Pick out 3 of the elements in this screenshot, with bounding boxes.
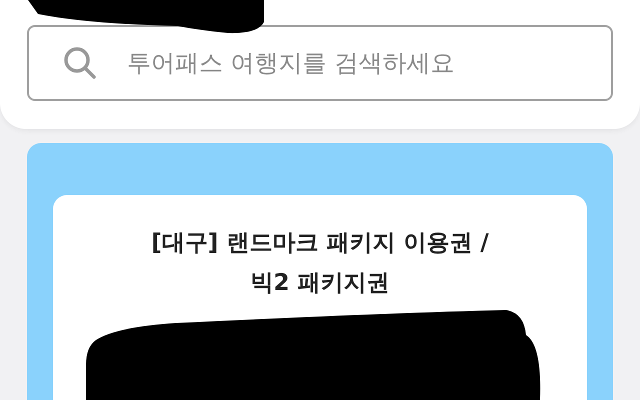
search-icon <box>63 46 97 80</box>
product-title: [대구] 랜드마크 패키지 이용권 / 빅2 패키지권 <box>151 229 489 298</box>
search-field[interactable]: 투어패스 여행지를 검색하세요 <box>27 25 613 101</box>
